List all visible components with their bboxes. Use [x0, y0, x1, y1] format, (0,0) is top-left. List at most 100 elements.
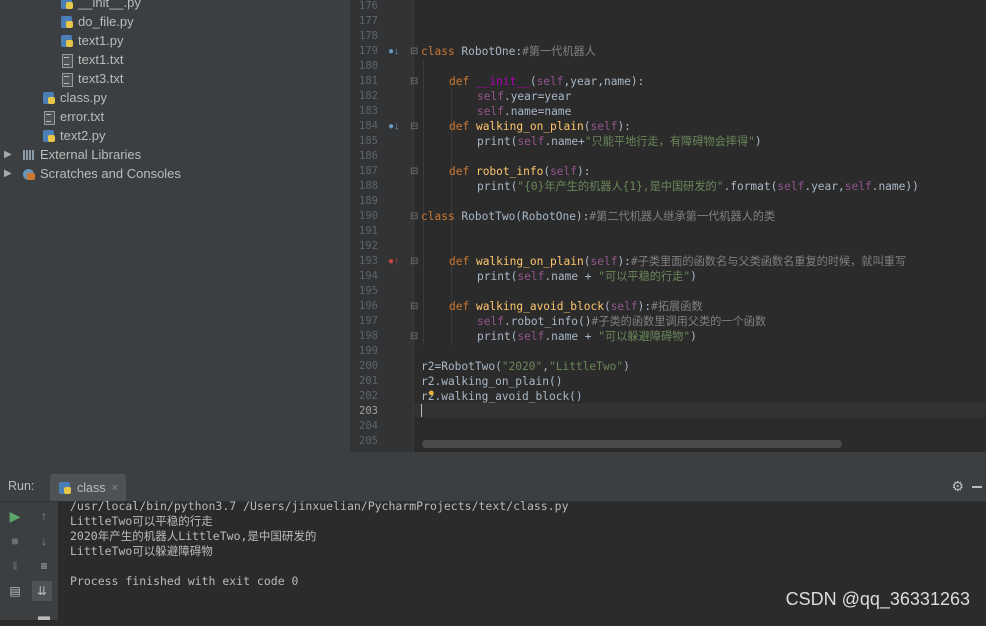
library-icon: [22, 148, 36, 162]
tree-item[interactable]: error.txt: [42, 107, 104, 126]
run-header: Run: class × ⚙: [0, 471, 986, 502]
line-number: 191: [359, 225, 378, 237]
console-line: Process finished with exit code 0: [70, 574, 299, 588]
tree-item[interactable]: text3.txt: [60, 69, 124, 88]
run-tab-label: class: [77, 480, 106, 495]
panel-divider: [0, 452, 986, 471]
gear-icon[interactable]: ⚙: [951, 478, 964, 495]
code-line-183: self.name=name: [477, 105, 572, 118]
run-toolbar: ▶ ↑ ■ ↓ ‖ ≡ ▤ ⇊ ▬: [0, 502, 58, 623]
code-editor[interactable]: 176 177 178 179 180 181 182 183 184 185 186 187 188 1…: [350, 0, 986, 452]
override-marker-icon[interactable]: ●↓: [388, 44, 399, 59]
line-number: 197: [359, 315, 378, 327]
overrides-marker-icon[interactable]: ●↑: [388, 254, 399, 269]
minimize-icon[interactable]: [972, 486, 982, 488]
line-number: 185: [359, 135, 378, 147]
fold-marker-icon[interactable]: ⊟: [410, 254, 418, 269]
tree-item[interactable]: __init__.py: [60, 0, 141, 12]
code-line-198: print(self.name + "可以躲避障碍物"): [477, 330, 697, 343]
line-number: 187: [359, 165, 378, 177]
line-number: 204: [359, 420, 378, 432]
watermark: CSDN @qq_36331263: [785, 589, 970, 609]
run-panel: Run: class × ⚙ ▶ ↑ ■ ↓ ‖ ≡ ▤ ⇊ ▬ /usr/lo…: [0, 471, 986, 623]
line-number: 202: [359, 390, 378, 402]
code-line-193: def walking_on_plain(self):#子类里面的函数名与父类函…: [449, 255, 907, 268]
code-line-184: def walking_on_plain(self):: [449, 120, 631, 133]
line-number: 193: [359, 255, 378, 267]
code-line-190: class RobotTwo(RobotOne):#第二代机器人继承第一代机器人…: [421, 210, 776, 223]
code-line-185: print(self.name+"只能平地行走，有障碍物会摔得"): [477, 135, 762, 148]
tree-item[interactable]: text1.py: [60, 31, 124, 50]
fold-marker-icon[interactable]: ⊟: [410, 74, 418, 89]
print-icon[interactable]: ▬: [34, 606, 54, 626]
text-file-icon: [60, 72, 74, 87]
line-number: 198: [359, 330, 378, 342]
scroll-up-icon[interactable]: ↑: [34, 506, 54, 526]
tree-item-label: Scratches and Consoles: [40, 166, 181, 181]
rerun-icon[interactable]: ▶: [5, 506, 25, 526]
close-icon[interactable]: ×: [111, 482, 117, 494]
project-tree: __init__.py do_file.py text1.py text1.txt te…: [0, 0, 350, 471]
code-line-179: class RobotOne:#第一代机器人: [421, 45, 596, 58]
code-line-197: self.robot_info()#子类的函数里调用父类的一个函数: [477, 315, 767, 328]
tree-item[interactable]: text2.py: [42, 126, 106, 145]
python-file-icon: [58, 481, 72, 495]
layout-icon[interactable]: ▤: [5, 581, 25, 601]
tree-item[interactable]: text1.txt: [60, 50, 124, 69]
line-number: 196: [359, 300, 378, 312]
console-line: 2020年产生的机器人LittleTwo,是中国研发的: [70, 529, 317, 543]
fold-marker-icon[interactable]: ⊟: [410, 164, 418, 179]
run-tab-class[interactable]: class ×: [50, 474, 126, 501]
line-number: 183: [359, 105, 378, 117]
tree-item[interactable]: do_file.py: [60, 12, 134, 31]
tree-item[interactable]: ▶ Scratches and Consoles: [4, 164, 181, 183]
expand-arrow-icon[interactable]: ▶: [4, 168, 16, 179]
python-file-icon: [42, 129, 56, 143]
tree-item[interactable]: class.py: [42, 88, 107, 107]
tree-item[interactable]: ▶ External Libraries: [4, 145, 141, 164]
fold-marker-icon[interactable]: ⊟: [410, 44, 418, 59]
console-line: /usr/local/bin/python3.7 /Users/jinxueli…: [70, 499, 569, 513]
fold-marker-icon[interactable]: ⊟: [410, 299, 418, 314]
tree-item-label: error.txt: [60, 109, 105, 124]
fold-marker-icon[interactable]: ⊟: [410, 119, 418, 134]
scroll-to-end-icon[interactable]: ⇊: [32, 581, 52, 601]
line-number: 179: [359, 45, 378, 57]
text-file-icon: [60, 53, 74, 68]
scroll-down-icon[interactable]: ↓: [34, 531, 54, 551]
pause-icon[interactable]: ‖: [5, 556, 25, 576]
code-line-194: print(self.name + "可以平稳的行走"): [477, 270, 697, 283]
tree-item-label: class.py: [60, 90, 107, 105]
line-number: 182: [359, 90, 378, 102]
scratches-icon: [22, 167, 36, 181]
current-line-highlight: [414, 403, 986, 418]
line-number: 180: [359, 60, 378, 72]
line-number: 176: [359, 0, 378, 12]
text-file-icon: [42, 110, 56, 125]
lightbulb-icon[interactable]: ●: [428, 386, 435, 401]
line-number: 186: [359, 150, 378, 162]
override-marker-icon[interactable]: ●↓: [388, 119, 399, 134]
horizontal-scrollbar[interactable]: [422, 440, 842, 448]
tree-item-label: text1.txt: [78, 52, 124, 67]
console-output[interactable]: /usr/local/bin/python3.7 /Users/jinxueli…: [70, 499, 569, 589]
line-number: 189: [359, 195, 378, 207]
expand-arrow-icon[interactable]: ▶: [4, 149, 16, 160]
line-number: 199: [359, 345, 378, 357]
line-number: 188: [359, 180, 378, 192]
code-line-188: print("{0}年产生的机器人{1},是中国研发的".format(self…: [477, 180, 919, 193]
soft-wrap-icon[interactable]: ≡: [34, 556, 54, 576]
code-line-200: r2=RobotTwo("2020","LittleTwo"): [421, 360, 630, 373]
line-number: 200: [359, 360, 378, 372]
code-line-187: def robot_info(self):: [449, 165, 591, 178]
console-line: LittleTwo可以平稳的行走: [70, 514, 213, 528]
tree-item-label: __init__.py: [78, 0, 141, 10]
fold-marker-icon[interactable]: ⊟: [410, 209, 418, 224]
python-file-icon: [60, 15, 74, 29]
line-number: 203: [359, 405, 378, 417]
line-number: 192: [359, 240, 378, 252]
stop-icon[interactable]: ■: [5, 531, 25, 551]
code-line-202: r2.walking_avoid_block(): [421, 390, 583, 403]
fold-marker-icon[interactable]: ⊟: [410, 329, 418, 344]
line-number: 194: [359, 270, 378, 282]
